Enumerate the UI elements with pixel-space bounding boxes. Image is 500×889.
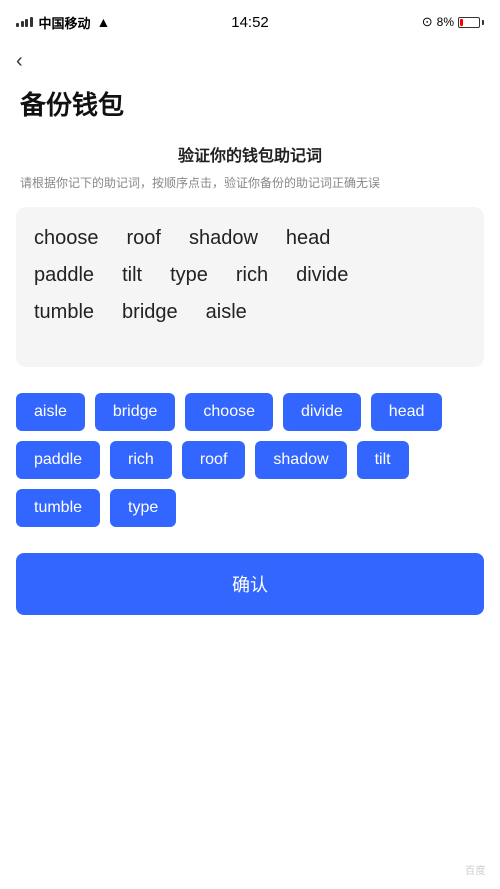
display-word-tumble: tumble <box>34 301 94 324</box>
section-description: 请根据你记下的助记词，按顺序点击，验证你备份的助记词正确无误 <box>0 174 500 193</box>
chip-divide[interactable]: divide <box>283 393 361 431</box>
carrier-label: 中国移动 <box>39 13 91 32</box>
chip-rich[interactable]: rich <box>110 441 172 479</box>
chip-tumble[interactable]: tumble <box>16 489 100 527</box>
word-row-2: paddle tilt type rich divide <box>34 264 466 287</box>
chip-head[interactable]: head <box>371 393 443 431</box>
display-word-rich: rich <box>236 264 268 287</box>
watermark: 百度 <box>465 862 486 877</box>
wifi-icon: ▲ <box>97 14 111 30</box>
back-icon: ‹ <box>16 50 23 72</box>
signal-icon <box>16 17 33 27</box>
display-word-choose: choose <box>34 227 99 250</box>
status-left: 中国移动 ▲ <box>16 13 110 32</box>
back-button[interactable]: ‹ <box>0 40 39 79</box>
status-bar: 中国移动 ▲ 14:52 ⊙ 8% <box>0 0 500 40</box>
battery-icon <box>458 17 484 28</box>
chip-tilt[interactable]: tilt <box>357 441 409 479</box>
display-word-paddle: paddle <box>34 264 94 287</box>
section-title: 验证你的钱包助记词 <box>0 142 500 166</box>
word-row-1: choose roof shadow head <box>34 227 466 250</box>
chip-bridge[interactable]: bridge <box>95 393 175 431</box>
confirm-button-wrapper: 确认 <box>0 543 500 645</box>
chip-roof[interactable]: roof <box>182 441 246 479</box>
word-display-area: choose roof shadow head paddle tilt type… <box>16 207 484 367</box>
display-word-divide: divide <box>296 264 348 287</box>
status-time: 14:52 <box>231 14 269 31</box>
chip-paddle[interactable]: paddle <box>16 441 100 479</box>
chip-choose[interactable]: choose <box>185 393 273 431</box>
circle-icon: ⊙ <box>422 14 433 30</box>
display-word-tilt: tilt <box>122 264 142 287</box>
chip-type[interactable]: type <box>110 489 176 527</box>
status-right: ⊙ 8% <box>422 14 484 30</box>
display-word-bridge: bridge <box>122 301 178 324</box>
chip-aisle[interactable]: aisle <box>16 393 85 431</box>
display-word-roof: roof <box>127 227 161 250</box>
display-word-head: head <box>286 227 331 250</box>
display-word-shadow: shadow <box>189 227 258 250</box>
chip-shadow[interactable]: shadow <box>255 441 346 479</box>
display-word-aisle: aisle <box>206 301 247 324</box>
battery-percent: 8% <box>437 15 454 29</box>
page-title: 备份钱包 <box>0 79 500 142</box>
confirm-button[interactable]: 确认 <box>16 553 484 615</box>
word-chips-container: aisle bridge choose divide head paddle r… <box>0 387 500 543</box>
word-row-3: tumble bridge aisle <box>34 301 466 324</box>
display-word-type: type <box>170 264 208 287</box>
